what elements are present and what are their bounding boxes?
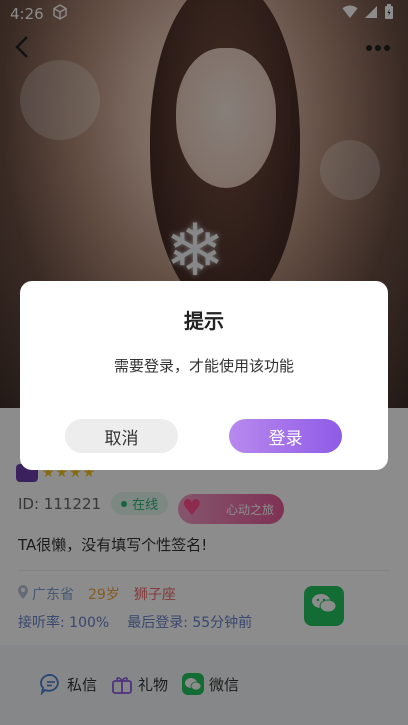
dialog-message: 需要登录，才能使用该功能 [113,357,294,375]
login-prompt-dialog: 提示 需要登录，才能使用该功能 取消 登录 [20,281,388,470]
cancel-button[interactable]: 取消 [65,419,178,453]
login-button[interactable]: 登录 [229,419,342,453]
dialog-title: 提示 [184,309,224,333]
